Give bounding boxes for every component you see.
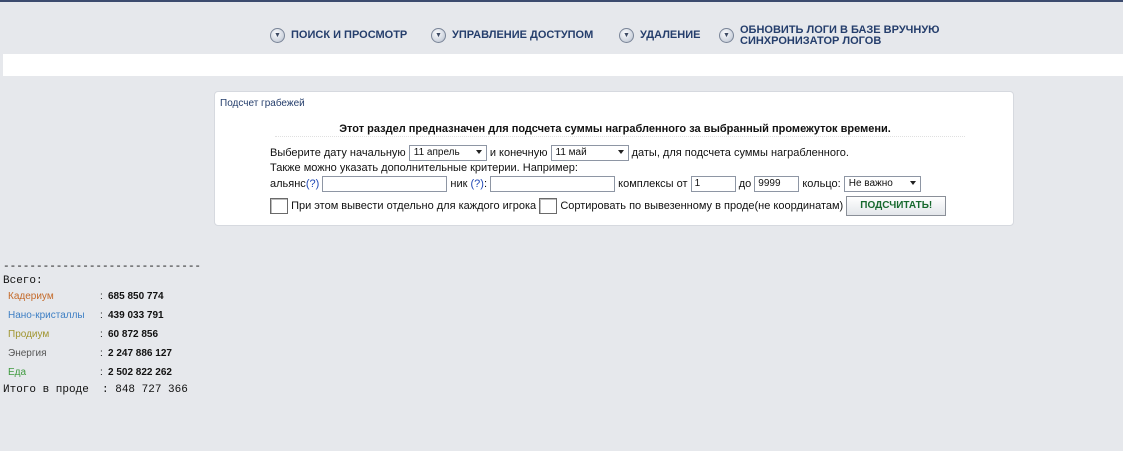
nick-colon: : (483, 177, 488, 190)
resource-name: Нано-кристаллы (8, 310, 85, 321)
date-prefix-label: Выберите дату начальную (270, 146, 406, 159)
start-date-select[interactable]: 11 апрель (408, 145, 487, 161)
nick-input[interactable] (490, 176, 616, 192)
result-colon: : (100, 291, 103, 302)
main-nav: ▼ ПОИСК И ПРОСМОТР ▼ УПРАВЛЕНИЕ ДОСТУПОМ… (0, 22, 1123, 52)
robbery-calc-panel: Подсчет грабежей Этот раздел предназначе… (214, 91, 1014, 226)
nav-item-access[interactable]: ▼ УПРАВЛЕНИЕ ДОСТУПОМ (431, 22, 593, 43)
alliance-input[interactable] (322, 176, 448, 192)
each-player-label: При этом вывести отдельно для каждого иг… (291, 199, 537, 212)
resource-name: Еда (8, 367, 27, 378)
nav-item-label: УПРАВЛЕНИЕ ДОСТУПОМ (452, 29, 594, 41)
resource-name: Энергия (8, 348, 47, 359)
chevron-down-icon (617, 150, 624, 154)
chevron-down-circle-icon: ▼ (270, 28, 285, 43)
divider (275, 136, 965, 137)
result-row: Кадериум : 685 850 774 (3, 288, 201, 307)
date-row: Выберите дату начальную 11 апрель и коне… (270, 145, 849, 161)
chevron-down-circle-icon: ▼ (719, 28, 734, 43)
resource-value: 2 502 822 262 (108, 367, 172, 378)
nav-item-delete[interactable]: ▼ УДАЛЕНИЕ (619, 22, 700, 43)
complexes-to-label: до (738, 177, 752, 190)
results-block: ------------------------------ Всего: Ка… (3, 260, 201, 397)
end-date-select[interactable]: 11 май (550, 145, 629, 161)
chevron-down-icon (475, 150, 482, 154)
nav-divider-strip (3, 54, 1123, 76)
start-date-value: 11 апрель (413, 147, 460, 158)
result-row: Еда : 2 502 822 262 (3, 364, 201, 383)
complexes-from-label: комплексы от (618, 177, 688, 190)
complexes-to-input[interactable]: 9999 (754, 176, 800, 192)
alliance-help-link[interactable]: (?) (306, 178, 319, 190)
results-separator: ------------------------------ (3, 261, 202, 273)
nav-item-label: ПОИСК И ПРОСМОТР (291, 29, 408, 41)
top-border (0, 0, 1123, 2)
sort-checkbox[interactable] (539, 198, 558, 214)
result-colon: : (100, 348, 103, 359)
nick-label: ник (450, 177, 468, 190)
complexes-from-input[interactable]: 1 (690, 176, 736, 192)
ring-label: кольцо: (802, 177, 841, 190)
sort-label: Сортировать по вывезенному в проде(не ко… (560, 199, 844, 212)
result-colon: : (100, 367, 103, 378)
result-colon: : (100, 310, 103, 321)
resource-name: Кадериум (8, 291, 54, 302)
result-row: Продиум : 60 872 856 (3, 326, 201, 345)
result-row: Нано-кристаллы : 439 033 791 (3, 307, 201, 326)
criteria-row: альянс(?) ник (?): комплексы от 1 до 999… (270, 176, 921, 192)
ring-select[interactable]: Не важно (843, 176, 921, 192)
chevron-down-circle-icon: ▼ (619, 28, 634, 43)
resource-value: 2 247 886 127 (108, 348, 172, 359)
nav-item-label: ОБНОВИТЬ ЛОГИ В БАЗЕ ВРУЧНУЮ СИНХРОНИЗАТ… (740, 22, 940, 47)
results-total-label: Всего: (3, 275, 43, 287)
result-row: Энергия : 2 247 886 127 (3, 345, 201, 364)
date-middle-label: и конечную (489, 146, 548, 159)
nav-item-search[interactable]: ▼ ПОИСК И ПРОСМОТР (270, 22, 407, 43)
date-suffix-label: даты, для подсчета суммы награбленного. (631, 146, 849, 159)
result-colon: : (100, 329, 103, 340)
nav-item-label: УДАЛЕНИЕ (640, 29, 701, 41)
chevron-down-circle-icon: ▼ (431, 28, 446, 43)
alliance-label: альянс (270, 177, 306, 190)
resource-value: 60 872 856 (108, 329, 159, 340)
extra-note: Также можно указать дополнительные крите… (270, 162, 578, 174)
end-date-value: 11 май (555, 147, 587, 158)
resource-value: 439 033 791 (108, 310, 164, 321)
panel-heading: Этот раздел предназначен для подсчета су… (339, 123, 891, 135)
panel-title: Подсчет грабежей (220, 98, 305, 109)
resource-name: Продиум (8, 329, 50, 340)
each-player-checkbox[interactable] (270, 198, 288, 214)
options-row: При этом вывести отдельно для каждого иг… (270, 196, 947, 216)
prod-total: Итого в проде : 848 727 366 (3, 384, 188, 396)
nav-item-label-line2: СИНХРОНИЗАТОР ЛОГОВ (740, 35, 882, 47)
submit-button[interactable]: ПОДСЧИТАТЬ! (846, 196, 947, 216)
ring-value: Не важно (848, 178, 893, 189)
chevron-down-icon (909, 181, 916, 185)
nav-item-update-logs[interactable]: ▼ ОБНОВИТЬ ЛОГИ В БАЗЕ ВРУЧНУЮ СИНХРОНИЗ… (719, 22, 940, 47)
resource-value: 685 850 774 (108, 291, 164, 302)
nick-help-link[interactable]: (?) (471, 178, 484, 190)
